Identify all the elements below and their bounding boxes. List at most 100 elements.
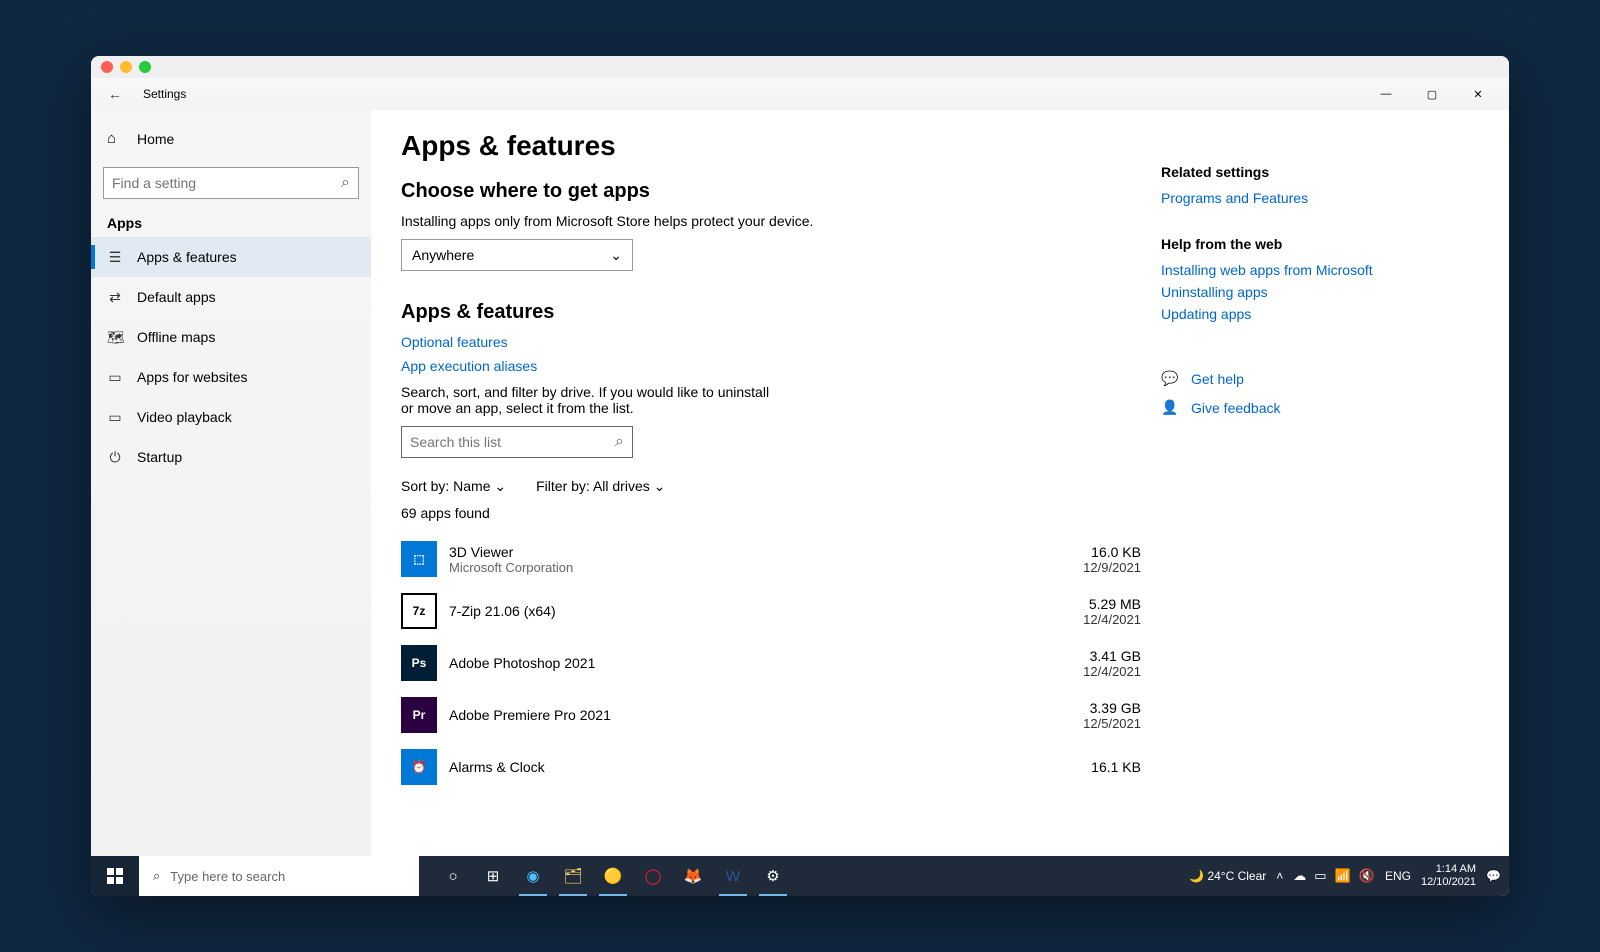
sidebar-item-apps-websites[interactable]: ▭ Apps for websites (91, 357, 371, 397)
section-heading-apps: Apps & features (401, 301, 1141, 324)
help-icon: 💬 (1161, 370, 1177, 387)
windows-icon (107, 868, 123, 884)
app-name: Alarms & Clock (449, 759, 1041, 775)
app-row[interactable]: 7z 7-Zip 21.06 (x64) 5.29 MB 12/4/2021 (401, 585, 1141, 637)
opera-icon[interactable]: ◯ (633, 856, 673, 896)
app-row[interactable]: Pr Adobe Premiere Pro 2021 3.39 GB 12/5/… (401, 689, 1141, 741)
help-link[interactable]: Uninstalling apps (1161, 284, 1411, 300)
section-subtext: Installing apps only from Microsoft Stor… (401, 213, 1141, 229)
home-icon: ⌂ (107, 130, 123, 147)
sort-by-control[interactable]: Sort by: Name ⌄ (401, 478, 506, 495)
apps-websites-icon: ▭ (107, 369, 123, 386)
wifi-icon[interactable]: 📶 (1335, 868, 1351, 884)
word-icon[interactable]: W (713, 856, 753, 896)
app-source-dropdown[interactable]: Anywhere ⌄ (401, 239, 633, 271)
app-name: 3D Viewer (449, 544, 1041, 560)
sidebar-item-label: Apps for websites (137, 369, 248, 385)
weather-widget[interactable]: 🌙 24°C Clear (1189, 869, 1266, 883)
app-execution-aliases-link[interactable]: App execution aliases (401, 358, 1141, 374)
sidebar-search[interactable]: ⌕ (103, 167, 359, 199)
taskbar-search[interactable]: ⌕ Type here to search (139, 856, 419, 896)
sidebar-item-apps-features[interactable]: ☰ Apps & features (91, 237, 371, 277)
app-size: 16.1 KB (1041, 759, 1141, 775)
window-titlebar: ← Settings — ▢ ✕ (91, 78, 1509, 110)
minimize-button[interactable]: — (1363, 78, 1409, 110)
feedback-icon: 👤 (1161, 399, 1177, 416)
sidebar-item-label: Video playback (137, 409, 232, 425)
app-list: ⬚ 3D Viewer Microsoft Corporation 16.0 K… (401, 533, 1141, 793)
main-content: Apps & features Choose where to get apps… (401, 130, 1141, 856)
app-date: 12/5/2021 (1041, 716, 1141, 731)
apps-list-search[interactable]: ⌕ (401, 426, 633, 458)
tray-chevron-icon[interactable]: ˄ (1276, 869, 1283, 883)
page-title: Apps & features (401, 130, 1141, 162)
taskbar-clock[interactable]: 1:14 AM 12/10/2021 (1421, 863, 1476, 889)
window-title: Settings (143, 87, 186, 101)
app-icon: Pr (401, 697, 437, 733)
help-link[interactable]: Updating apps (1161, 306, 1411, 322)
minimize-traffic-light[interactable] (120, 61, 132, 73)
maximize-button[interactable]: ▢ (1409, 78, 1455, 110)
sidebar-item-default-apps[interactable]: ⇄ Default apps (91, 277, 371, 317)
app-date: 12/4/2021 (1041, 612, 1141, 627)
app-size: 3.39 GB (1041, 700, 1141, 716)
optional-features-link[interactable]: Optional features (401, 334, 1141, 350)
app-size: 3.41 GB (1041, 648, 1141, 664)
firefox-icon[interactable]: 🦊 (673, 856, 713, 896)
app-name: Adobe Photoshop 2021 (449, 655, 1041, 671)
video-playback-icon: ▭ (107, 409, 123, 426)
settings-icon[interactable]: ⚙ (753, 856, 793, 896)
app-size: 16.0 KB (1041, 544, 1141, 560)
back-button[interactable]: ← (99, 78, 131, 110)
app-row[interactable]: ⏰ Alarms & Clock 16.1 KB (401, 741, 1141, 793)
notifications-icon[interactable]: 💬 (1486, 869, 1501, 883)
filter-description: Search, sort, and filter by drive. If yo… (401, 384, 771, 416)
get-help-link[interactable]: 💬 Get help (1161, 370, 1411, 387)
task-view-icon[interactable]: ⊞ (473, 856, 513, 896)
sidebar-item-startup[interactable]: ⏻ Startup (91, 437, 371, 477)
file-explorer-icon[interactable]: 🗂 (553, 856, 593, 896)
cortana-icon[interactable]: ○ (433, 856, 473, 896)
filter-by-control[interactable]: Filter by: All drives ⌄ (536, 478, 665, 495)
sidebar-section-label: Apps (91, 199, 371, 237)
onedrive-icon[interactable]: ☁ (1293, 868, 1306, 884)
search-icon: ⌕ (341, 174, 350, 192)
related-settings-heading: Related settings (1161, 164, 1411, 180)
chrome-icon[interactable]: 🟡 (593, 856, 633, 896)
related-sidebar: Related settings Programs and Features H… (1141, 130, 1421, 856)
maximize-traffic-light[interactable] (139, 61, 151, 73)
give-feedback-link[interactable]: 👤 Give feedback (1161, 399, 1411, 416)
apps-list-search-input[interactable] (410, 434, 615, 450)
sidebar-item-label: Apps & features (137, 249, 237, 265)
sidebar-search-input[interactable] (112, 175, 341, 191)
volume-icon[interactable]: 🔇 (1359, 868, 1375, 884)
taskbar-search-placeholder: Type here to search (170, 869, 285, 884)
edge-icon[interactable]: ◉ (513, 856, 553, 896)
sidebar-home[interactable]: ⌂ Home (91, 120, 371, 157)
app-row[interactable]: Ps Adobe Photoshop 2021 3.41 GB 12/4/202… (401, 637, 1141, 689)
sidebar-item-offline-maps[interactable]: 🗺 Offline maps (91, 317, 371, 357)
sidebar-item-video-playback[interactable]: ▭ Video playback (91, 397, 371, 437)
close-button[interactable]: ✕ (1455, 78, 1501, 110)
help-from-web-heading: Help from the web (1161, 236, 1411, 252)
app-date: 12/9/2021 (1041, 560, 1141, 575)
battery-icon[interactable]: ▭ (1314, 868, 1326, 884)
app-icon: ⏰ (401, 749, 437, 785)
taskbar: ⌕ Type here to search ○ ⊞ ◉ 🗂 🟡 ◯ 🦊 W ⚙ … (91, 856, 1509, 896)
offline-maps-icon: 🗺 (107, 329, 123, 346)
app-publisher: Microsoft Corporation (449, 560, 1041, 575)
close-traffic-light[interactable] (101, 61, 113, 73)
help-link[interactable]: Installing web apps from Microsoft (1161, 262, 1411, 278)
sidebar-item-label: Offline maps (137, 329, 215, 345)
app-name: Adobe Premiere Pro 2021 (449, 707, 1041, 723)
sidebar: ⌂ Home ⌕ Apps ☰ Apps & features ⇄ Defaul… (91, 110, 371, 856)
apps-count: 69 apps found (401, 505, 1141, 521)
chevron-down-icon: ⌄ (610, 247, 622, 264)
default-apps-icon: ⇄ (107, 289, 123, 306)
app-icon: 7z (401, 593, 437, 629)
start-button[interactable] (91, 856, 139, 896)
chevron-down-icon: ⌄ (654, 478, 666, 494)
app-row[interactable]: ⬚ 3D Viewer Microsoft Corporation 16.0 K… (401, 533, 1141, 585)
programs-and-features-link[interactable]: Programs and Features (1161, 190, 1411, 206)
language-indicator[interactable]: ENG (1385, 869, 1411, 883)
